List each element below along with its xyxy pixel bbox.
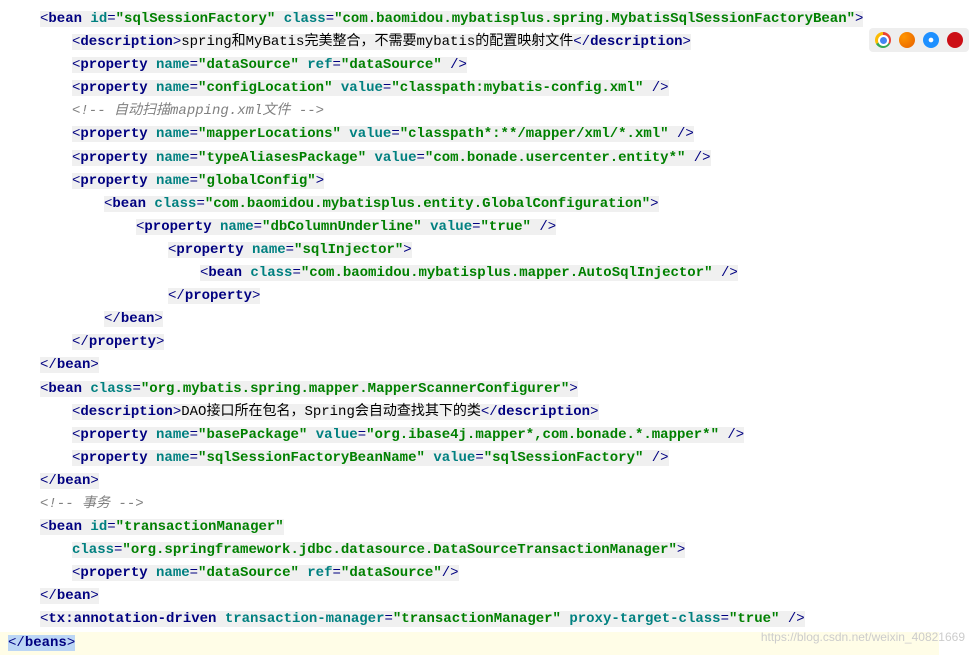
- safari-icon: [923, 32, 939, 48]
- p8-value: org.ibase4j.mapper*,com.bonade.*.mapper*: [375, 427, 711, 443]
- p9-name: sqlSessionFactoryBeanName: [206, 450, 416, 466]
- p7-name: sqlInjector: [302, 242, 394, 258]
- b2-class: org.mybatis.spring.mapper.MapperScannerC…: [149, 381, 561, 397]
- p4-name: typeAliasesPackage: [206, 150, 357, 166]
- p2-value: classpath:mybatis-config.xml: [400, 80, 635, 96]
- b1-class: com.baomidou.mybatisplus.spring.MybatisS…: [343, 11, 847, 27]
- gc-class: com.baomidou.mybatisplus.entity.GlobalCo…: [213, 196, 641, 212]
- comment1: 自动扫描mapping.xml文件: [114, 103, 290, 119]
- p6-name: dbColumnUnderline: [270, 219, 413, 235]
- tx-manager: transactionManager: [401, 611, 552, 627]
- p1-name: dataSource: [206, 57, 290, 73]
- firefox-icon: [899, 32, 915, 48]
- browser-icons: [869, 28, 969, 52]
- p6-value: true: [489, 219, 523, 235]
- comment2: 事务: [82, 496, 110, 512]
- p10-name: dataSource: [206, 565, 290, 581]
- p8-name: basePackage: [206, 427, 298, 443]
- desc2: DAO接口所在包名，Spring会自动查找其下的类: [181, 404, 481, 420]
- p2-name: configLocation: [206, 80, 324, 96]
- opera-icon: [947, 32, 963, 48]
- p1-ref: dataSource: [349, 57, 433, 73]
- watermark: https://blog.csdn.net/weixin_40821669: [761, 628, 965, 648]
- b1-id: sqlSessionFactory: [124, 11, 267, 27]
- tx-proxy: true: [737, 611, 771, 627]
- b3-id: transactionManager: [124, 519, 275, 535]
- desc1: spring和MyBatis完美整合，不需要mybatis的配置映射文件: [181, 34, 573, 50]
- inj-class: com.baomidou.mybatisplus.mapper.AutoSqlI…: [309, 265, 704, 281]
- p10-ref: dataSource: [349, 565, 433, 581]
- code-block: <bean id="sqlSessionFactory" class="com.…: [40, 8, 939, 655]
- p9-value: sqlSessionFactory: [492, 450, 635, 466]
- p4-value: com.bonade.usercenter.entity*: [433, 150, 677, 166]
- p5-name: globalConfig: [206, 173, 307, 189]
- p3-value: classpath*:**/mapper/xml/*.xml: [408, 126, 660, 142]
- b3-class: org.springframework.jdbc.datasource.Data…: [131, 542, 669, 558]
- p3-name: mapperLocations: [206, 126, 332, 142]
- chrome-icon: [875, 32, 891, 48]
